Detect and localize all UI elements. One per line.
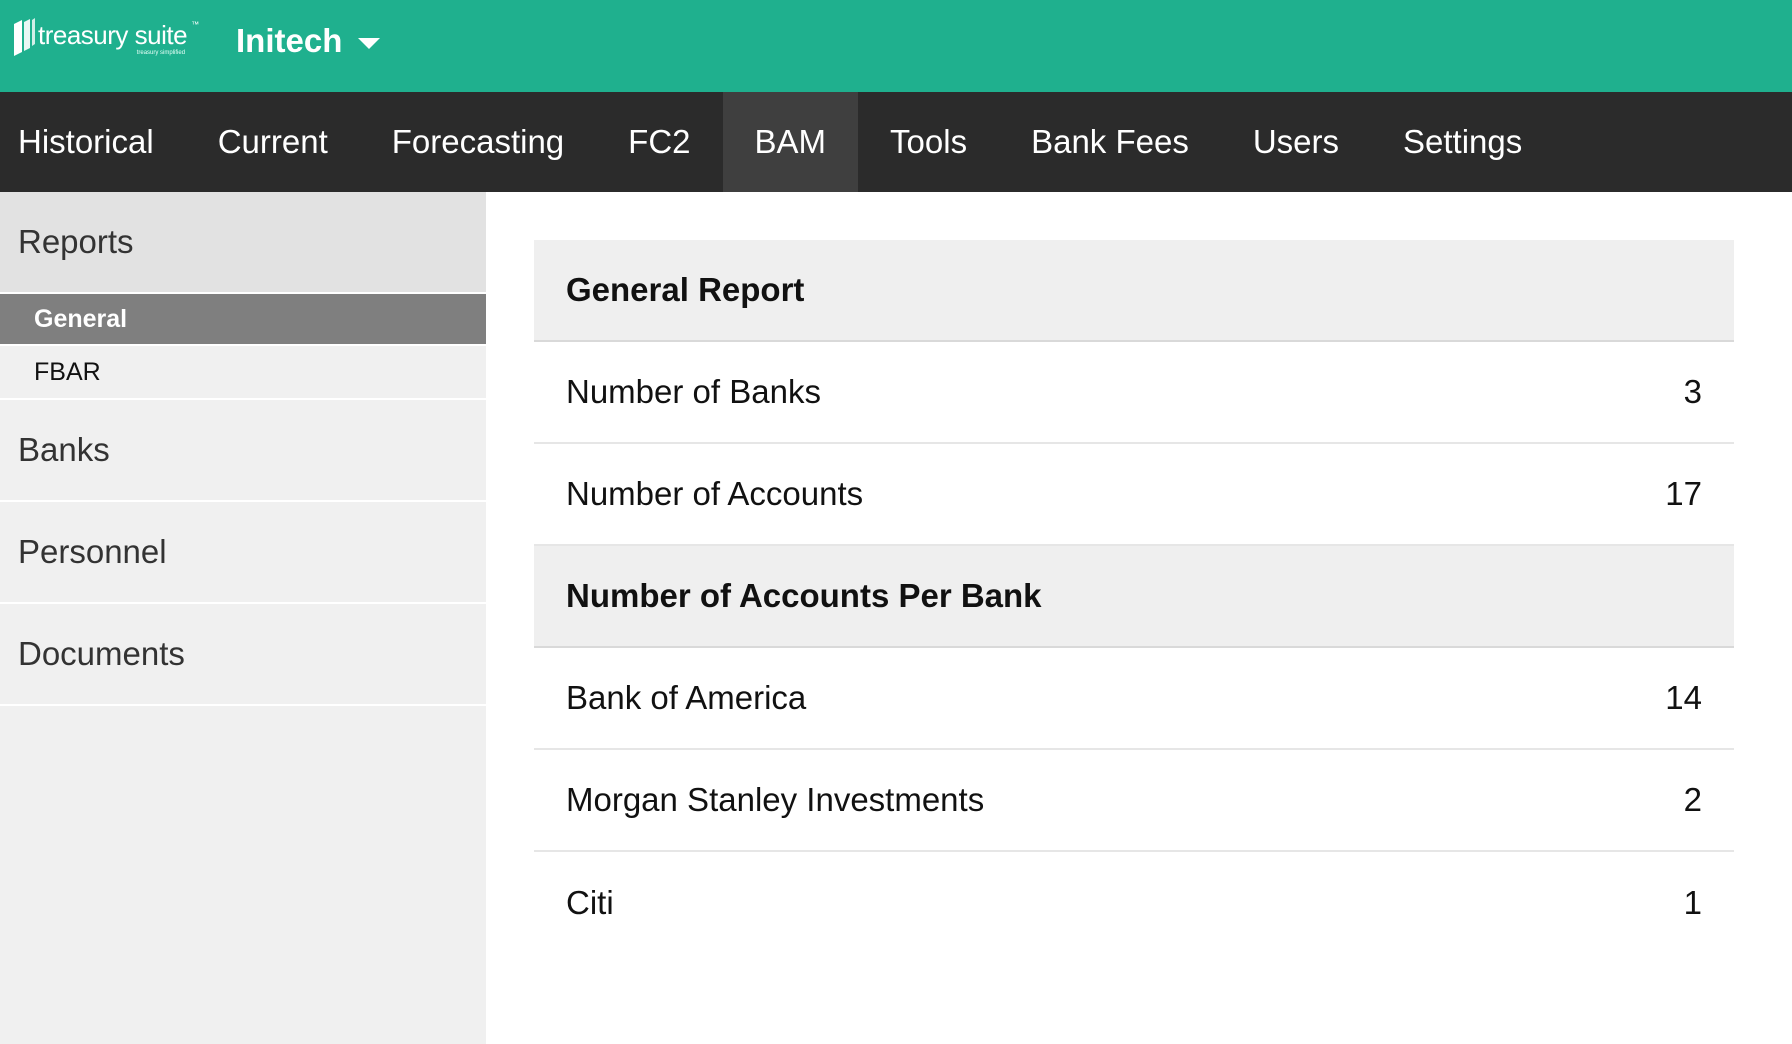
org-name: Initech — [236, 22, 343, 59]
sidebar: Reports General FBAR Banks Personnel Doc… — [0, 192, 486, 1044]
sidebar-section-documents[interactable]: Documents — [0, 604, 486, 706]
row-value: 1 — [1683, 884, 1702, 921]
sidebar-item-fbar[interactable]: FBAR — [0, 346, 486, 400]
app-header: treasury suite ™ treasury simplified Ini… — [0, 0, 1792, 92]
main-content: General Report Number of Banks 3 Number … — [486, 192, 1792, 1044]
row-label: Morgan Stanley Investments — [566, 781, 985, 818]
nav-bam[interactable]: BAM — [722, 92, 859, 192]
treasury-suite-logo[interactable]: treasury suite ™ treasury simplified — [10, 18, 199, 66]
nav-settings[interactable]: Settings — [1371, 92, 1554, 192]
caret-down-icon — [358, 37, 381, 49]
row-value: 17 — [1665, 475, 1702, 512]
nav-forecasting[interactable]: Forecasting — [360, 92, 596, 192]
org-switcher[interactable]: Initech — [236, 22, 381, 60]
sidebar-item-general[interactable]: General — [0, 292, 486, 346]
row-label: Number of Banks — [566, 373, 821, 410]
table-row: Morgan Stanley Investments 2 — [534, 750, 1734, 852]
table-row: Bank of America 14 — [534, 648, 1734, 750]
sidebar-section-banks[interactable]: Banks — [0, 400, 486, 502]
general-report-table: General Report Number of Banks 3 Number … — [534, 240, 1734, 954]
logo-mark-icon — [14, 18, 35, 56]
logo-trademark: ™ — [191, 20, 200, 29]
nav-fc2[interactable]: FC2 — [596, 92, 722, 192]
nav-current[interactable]: Current — [186, 92, 360, 192]
row-label: Citi — [566, 884, 614, 921]
nav-bank-fees[interactable]: Bank Fees — [999, 92, 1221, 192]
logo-tagline: treasury simplified — [136, 50, 186, 56]
row-value: 14 — [1665, 679, 1702, 716]
general-report-title: General Report — [566, 271, 805, 308]
table-row: Citi 1 — [534, 852, 1734, 954]
per-bank-header: Number of Accounts Per Bank — [534, 546, 1734, 648]
nav-historical[interactable]: Historical — [0, 92, 186, 192]
row-label: Bank of America — [566, 679, 807, 716]
table-row: Number of Banks 3 — [534, 342, 1734, 444]
sidebar-section-personnel[interactable]: Personnel — [0, 502, 486, 604]
nav-tools[interactable]: Tools — [858, 92, 999, 192]
row-label: Number of Accounts — [566, 475, 864, 512]
main-nav: Historical Current Forecasting FC2 BAM T… — [0, 92, 1792, 192]
table-row: Number of Accounts 17 — [534, 444, 1734, 546]
per-bank-title: Number of Accounts Per Bank — [566, 577, 1042, 614]
general-report-header: General Report — [534, 240, 1734, 342]
row-value: 2 — [1683, 781, 1702, 818]
logo-text: treasury suite — [38, 20, 188, 50]
sidebar-section-reports[interactable]: Reports — [0, 192, 486, 292]
row-value: 3 — [1683, 373, 1702, 410]
nav-users[interactable]: Users — [1221, 92, 1371, 192]
